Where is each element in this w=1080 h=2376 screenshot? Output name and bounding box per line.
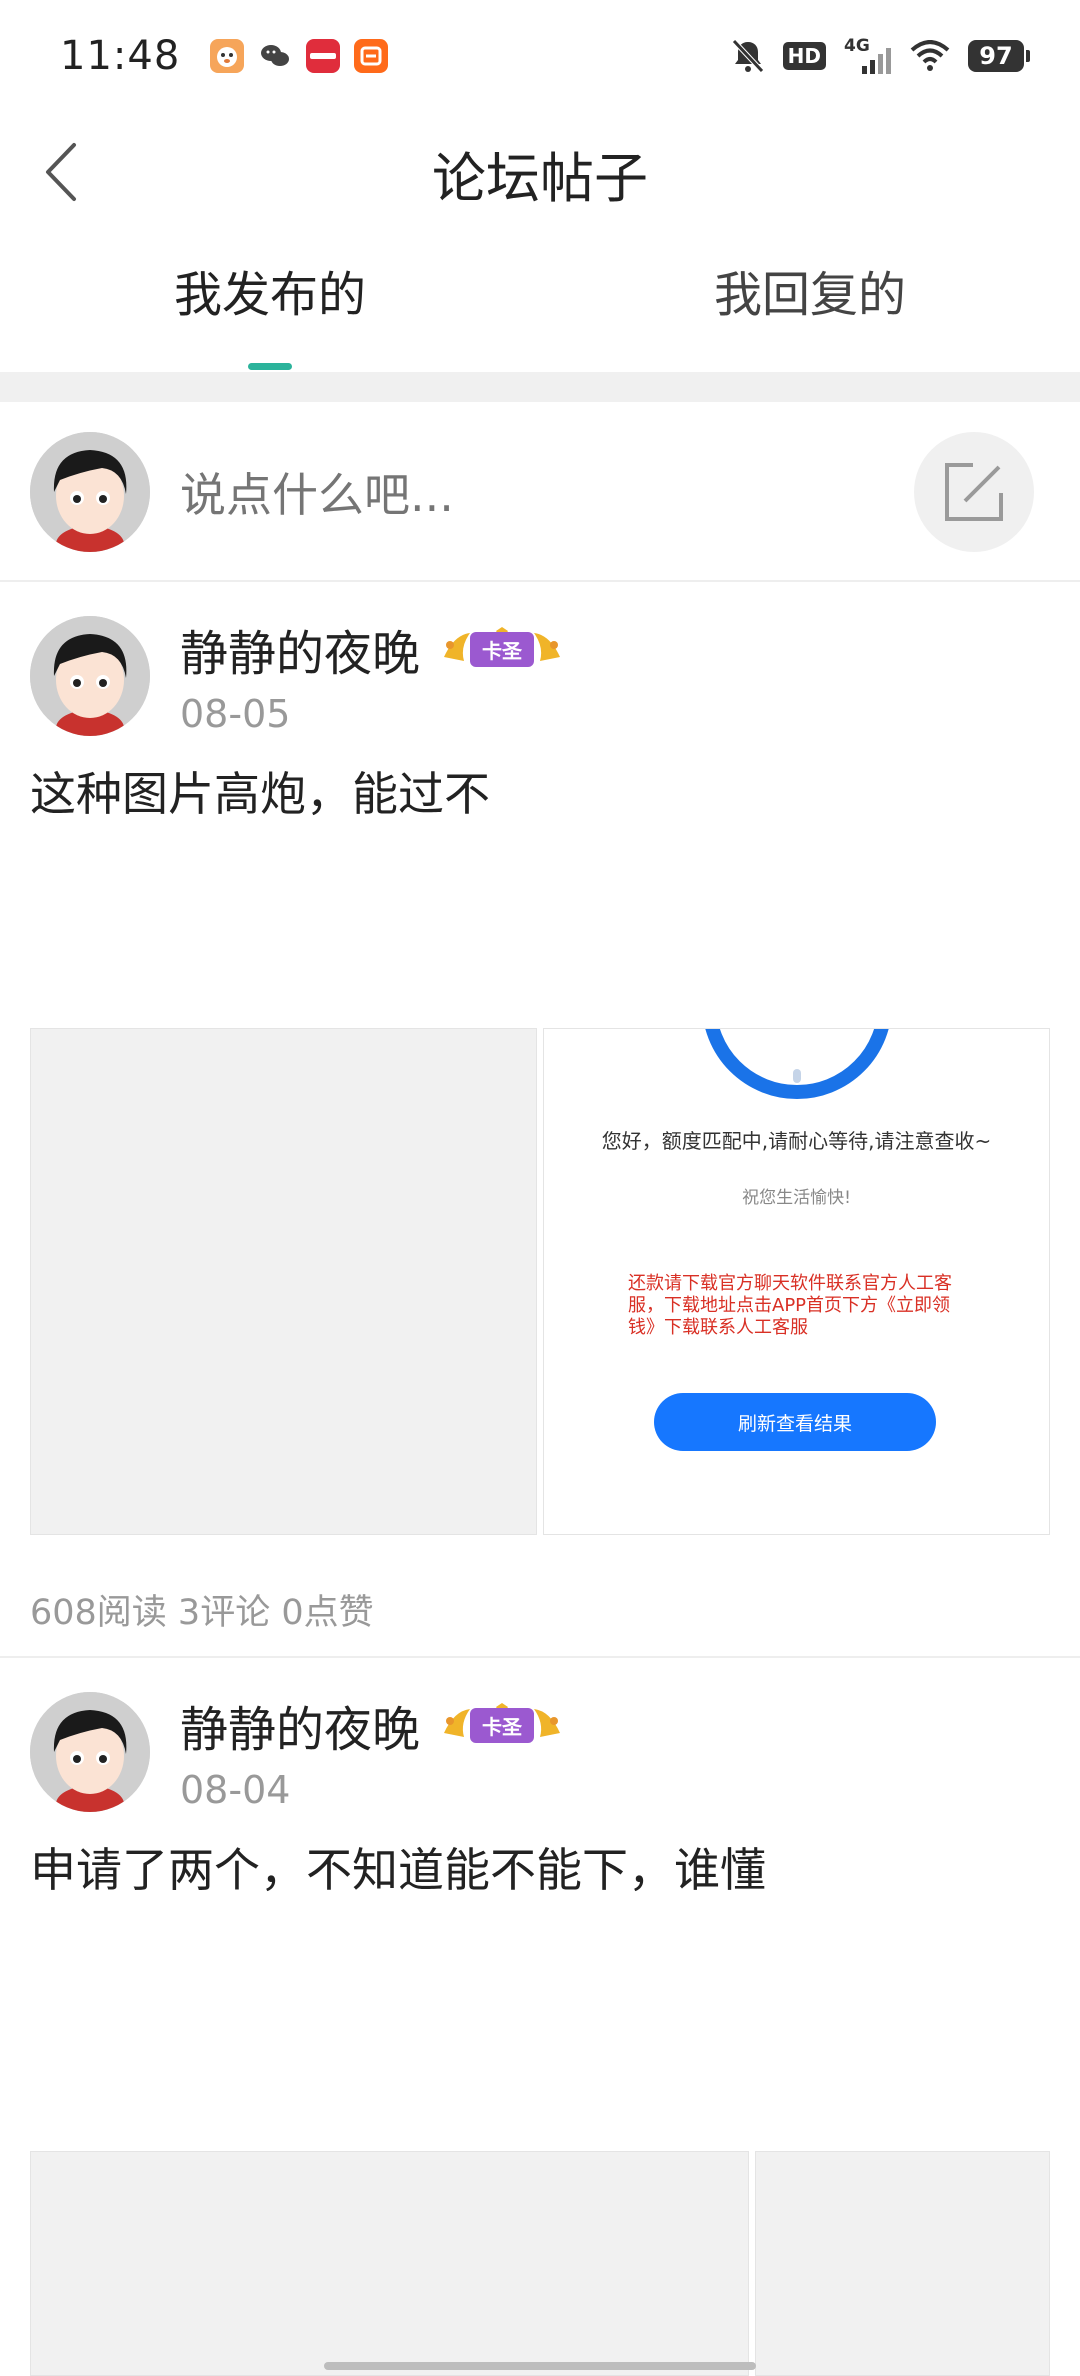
taobao-icon — [354, 39, 389, 73]
tab-my-posts[interactable]: 我发布的 — [0, 232, 540, 372]
screenshot-message: 您好，额度匹配中,请耐心等待,请注意查收~ — [601, 1129, 992, 1153]
tab-label: 我发布的 — [173, 267, 366, 323]
compose-button[interactable] — [914, 432, 1034, 552]
post-date: 08-05 — [180, 692, 291, 736]
author-name[interactable]: 静静的夜晚 — [180, 1690, 420, 1760]
divider — [0, 1656, 1080, 1658]
tab-bar: 我发布的 我回复的 — [0, 232, 1080, 372]
progress-ring — [701, 1029, 892, 1099]
pet-app-icon — [210, 39, 245, 73]
post-card[interactable]: 静静的夜晚 卡圣 08-05 这种图片高炮，能过不 您好，额度匹配中,请耐心等待… — [0, 600, 1080, 1660]
badge-label: 卡圣 — [470, 1707, 535, 1743]
author-name[interactable]: 静静的夜晚 — [180, 614, 420, 684]
level-badge: 卡圣 — [440, 627, 564, 671]
badge-label: 卡圣 — [470, 631, 535, 667]
post-image-placeholder[interactable] — [30, 2151, 749, 2376]
signal-4g-icon: 4G — [844, 36, 892, 76]
status-time: 11:48 — [60, 33, 181, 79]
wechat-icon — [258, 39, 292, 73]
level-badge: 卡圣 — [440, 1703, 564, 1747]
page-title: 论坛帖子 — [432, 147, 648, 210]
post-image-placeholder[interactable] — [755, 2151, 1050, 2376]
compose-input[interactable] — [180, 460, 780, 530]
avatar[interactable] — [30, 432, 150, 552]
post-card[interactable]: 静静的夜晚 卡圣 08-04 申请了两个，不知道能不能下，谁懂 — [0, 1676, 1080, 2376]
screenshot-notice: 还款请下载官方聊天软件联系官方人工客服，下载地址点击APP首页下方《立即领钱》下… — [628, 1273, 952, 1338]
battery-indicator: 97 — [968, 40, 1030, 72]
avatar[interactable] — [30, 1692, 150, 1812]
status-bar: 11:48 HD 4G 97 — [0, 0, 1080, 112]
hd-icon: HD — [782, 42, 826, 70]
xiaohongshu-icon — [306, 39, 341, 73]
post-text[interactable]: 申请了两个，不知道能不能下，谁懂 — [30, 1834, 766, 1900]
post-text[interactable]: 这种图片高炮，能过不 — [30, 758, 490, 824]
post-image-placeholder[interactable] — [30, 1028, 537, 1535]
post-stats: 608阅读 3评论 0点赞 — [30, 1593, 374, 1633]
edit-icon — [945, 463, 1003, 521]
tab-active-indicator — [248, 363, 292, 370]
wifi-icon — [910, 40, 950, 72]
screenshot-subtext: 祝您生活愉快! — [742, 1188, 851, 1208]
section-gap — [0, 372, 1080, 402]
mute-bell-icon — [731, 38, 765, 74]
post-image-screenshot[interactable]: 您好，额度匹配中,请耐心等待,请注意查收~ 祝您生活愉快! 还款请下载官方聊天软… — [543, 1028, 1050, 1535]
home-indicator[interactable] — [324, 2362, 756, 2370]
post-date: 08-04 — [180, 1768, 291, 1812]
app-header: 论坛帖子 — [0, 112, 1080, 232]
avatar[interactable] — [30, 616, 150, 736]
tab-my-replies[interactable]: 我回复的 — [540, 232, 1080, 372]
tab-label: 我回复的 — [713, 267, 906, 323]
compose-bar — [0, 402, 1080, 582]
screenshot-refresh-button: 刷新查看结果 — [654, 1393, 936, 1451]
